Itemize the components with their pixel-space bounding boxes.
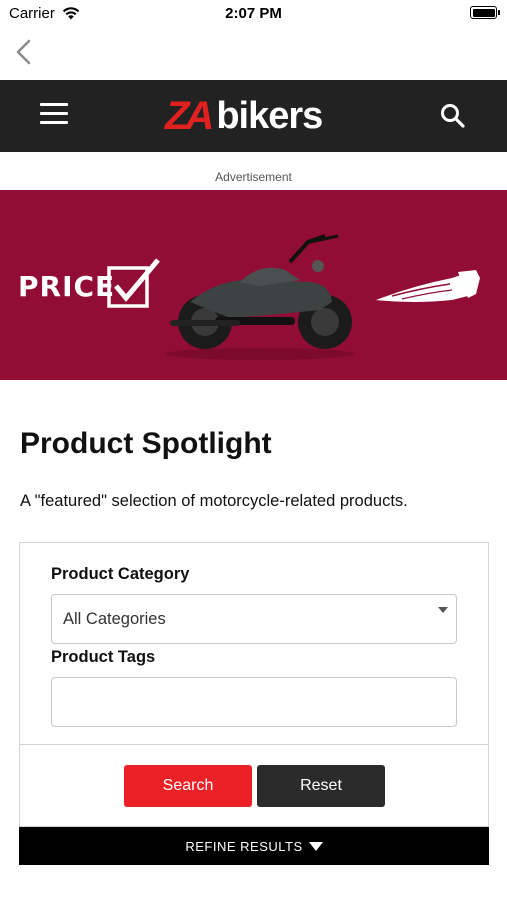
page-title: Product Spotlight — [20, 427, 272, 460]
product-tags-label: Product Tags — [51, 648, 156, 666]
search-icon[interactable] — [439, 102, 467, 130]
ad-price-text: PRICE — [18, 270, 116, 303]
refine-results-label: REFINE RESULTS — [185, 838, 303, 854]
search-button[interactable]: Search — [124, 765, 252, 807]
status-time: 2:07 PM — [225, 5, 282, 22]
refine-results-toggle[interactable]: REFINE RESULTS — [19, 827, 489, 865]
navigation-bar — [0, 26, 507, 80]
product-category-select[interactable]: All Categories — [51, 594, 457, 644]
ad-banner[interactable]: PRICE — [0, 190, 507, 380]
site-header: ZA bikers — [0, 80, 507, 152]
product-filter-form: Product Category All Categories Product … — [19, 542, 489, 827]
indian-motorcycle-logo-icon — [376, 270, 480, 302]
hamburger-menu-icon[interactable] — [40, 103, 70, 129]
page-description: A "featured" selection of motorcycle-rel… — [20, 492, 408, 510]
product-tags-input[interactable] — [51, 677, 457, 727]
status-bar: Carrier 2:07 PM — [0, 0, 507, 26]
ad-label: Advertisement — [215, 170, 292, 184]
motorcycle-image — [165, 234, 355, 360]
site-logo[interactable]: ZA bikers — [165, 94, 323, 138]
product-category-value: All Categories — [63, 610, 166, 628]
form-divider — [20, 744, 488, 745]
logo-text: bikers — [216, 95, 323, 137]
chevron-left-icon[interactable] — [12, 38, 36, 66]
checkbox-check-icon — [107, 258, 160, 308]
logo-mark: ZA — [165, 94, 214, 138]
caret-down-icon — [438, 607, 448, 613]
battery-icon — [470, 6, 500, 19]
product-category-label: Product Category — [51, 565, 190, 583]
reset-button[interactable]: Reset — [257, 765, 385, 807]
triangle-down-icon — [308, 841, 323, 851]
